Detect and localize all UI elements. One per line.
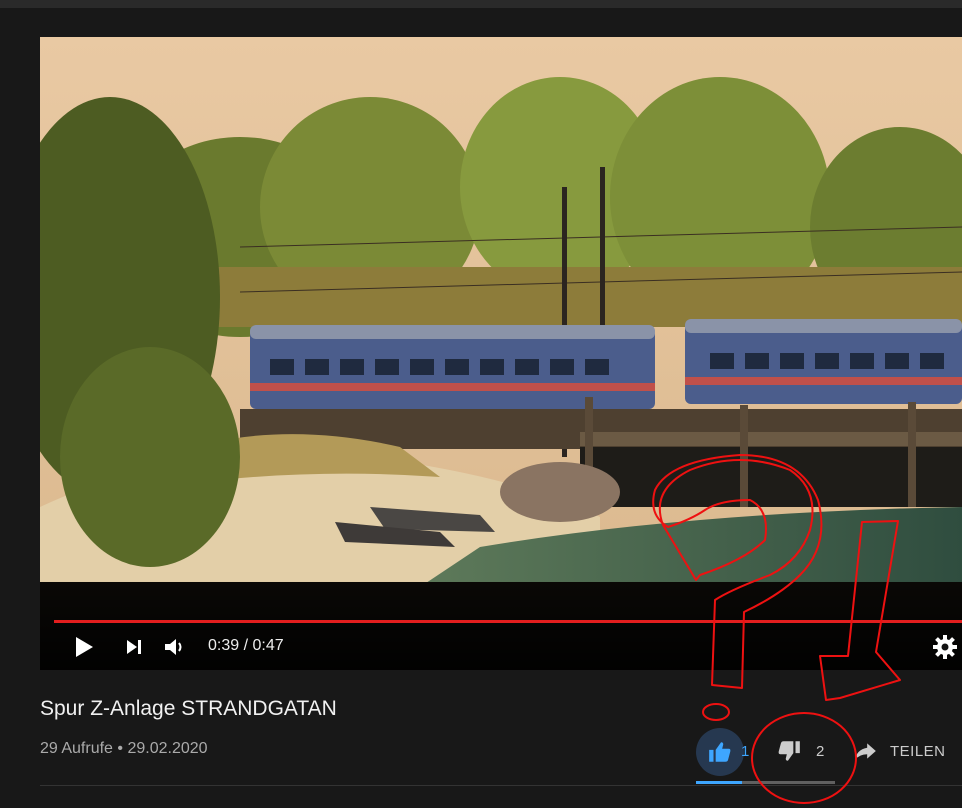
like-button[interactable] [696, 728, 744, 776]
like-count: 1 [741, 743, 750, 760]
volume-icon [165, 639, 182, 655]
top-bar [0, 0, 962, 8]
divider [40, 785, 962, 786]
video-title: Spur Z-Anlage STRANDGATAN [40, 697, 337, 720]
sentiment-bar [696, 781, 835, 784]
time-separator: / [243, 637, 249, 654]
progress-bar[interactable] [54, 620, 962, 623]
volume-button[interactable] [162, 635, 188, 659]
play-button[interactable] [70, 635, 98, 659]
sentiment-bar-fill [696, 781, 742, 784]
thumbs-up-icon [709, 742, 731, 762]
video-player[interactable]: 0:39 / 0:47 [40, 37, 962, 670]
dislike-count: 2 [816, 743, 825, 760]
next-icon [127, 640, 141, 654]
meta-separator: • [117, 740, 124, 757]
settings-icon [933, 635, 957, 659]
share-icon [855, 743, 876, 760]
time-display: 0:39 / 0:47 [208, 637, 284, 655]
settings-button[interactable] [932, 635, 958, 659]
play-icon [76, 637, 93, 657]
upload-date: 29.02.2020 [127, 740, 208, 757]
video-meta: 29 Aufrufe • 29.02.2020 [40, 740, 208, 758]
thumbs-down-icon [778, 741, 800, 761]
time-total: 0:47 [252, 637, 284, 654]
dislike-button[interactable] [776, 738, 804, 766]
video-frame[interactable] [40, 37, 962, 670]
time-current: 0:39 [208, 637, 240, 654]
next-button[interactable] [122, 635, 146, 659]
annotation-circle [751, 712, 857, 804]
view-count: 29 Aufrufe [40, 740, 113, 757]
share-button[interactable] [852, 738, 880, 766]
annotation-dot [702, 703, 730, 721]
share-label[interactable]: TEILEN [890, 743, 946, 760]
